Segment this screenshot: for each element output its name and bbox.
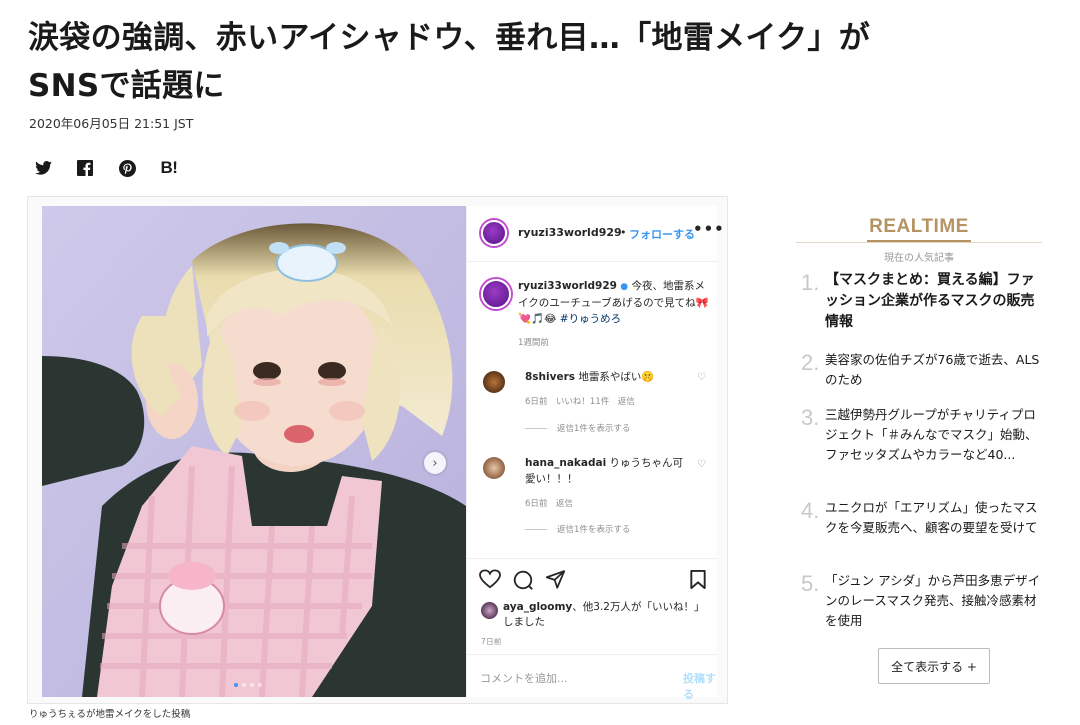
comment-meta: 6日前 返信 xyxy=(525,499,573,509)
instagram-side-panel: ryuzi33world929 • フォローする ••• ryuzi33worl… xyxy=(466,206,724,702)
photo-caption: りゅうちぇるが地雷メイクをした投稿 xyxy=(29,709,191,720)
post-comment-button[interactable]: 投稿する xyxy=(683,670,718,702)
facebook-icon[interactable] xyxy=(74,157,96,179)
post-caption: ryuzi33world929 ● 今夜、地雷系メイクのユーチューブあげるので見… xyxy=(518,278,713,327)
rank-number: 1. xyxy=(801,270,820,295)
show-all-button[interactable]: 全て表示する + xyxy=(878,648,990,684)
hatena-label: B! xyxy=(160,158,178,177)
comment-like-icon[interactable]: ♡ xyxy=(697,372,706,383)
hatena-bookmark-icon[interactable]: B! xyxy=(158,157,180,179)
share-plane-icon[interactable] xyxy=(545,569,566,589)
post-photo[interactable]: › xyxy=(42,206,466,697)
add-comment-bar: コメントを追加... 投稿する xyxy=(467,654,718,702)
liker-avatar[interactable] xyxy=(481,602,498,619)
article-date: 2020年06月05日 21:51 JST xyxy=(29,116,194,131)
post-actions: aya_gloomy、他3.2万人が「いいね！」しました 7日前 コメントを追加… xyxy=(467,558,718,702)
carousel-dot[interactable] xyxy=(250,683,254,687)
bookmark-icon[interactable] xyxy=(689,569,707,590)
ranking-item-1[interactable]: 1. 【マスクまとめ：買える編】ファッション企業が作るマスクの販売情報 xyxy=(801,270,1046,333)
author-username[interactable]: ryuzi33world929 xyxy=(518,226,622,239)
liker-username[interactable]: aya_gloomy xyxy=(503,601,572,613)
rank-title[interactable]: 三越伊勢丹グループがチャリティプロジェクト「＃みんなでマスク」始動、ファセッタズ… xyxy=(825,405,1046,465)
ranking-item-3[interactable]: 3. 三越伊勢丹グループがチャリティプロジェクト「＃みんなでマスク」始動、ファセ… xyxy=(801,405,1046,465)
rank-number: 4. xyxy=(801,498,820,523)
post-date: 7日前 xyxy=(481,637,502,646)
realtime-title: REALTIME xyxy=(867,216,971,242)
rank-title[interactable]: ユニクロが「エアリズム」使ったマスクを今夏販売へ、顧客の要望を受けて xyxy=(825,498,1046,538)
ranking-item-2[interactable]: 2. 美容家の佐伯チズが76歳で逝去、ALSのため xyxy=(801,350,1046,390)
rank-title[interactable]: 美容家の佐伯チズが76歳で逝去、ALSのため xyxy=(825,350,1046,390)
comment-1: 8shivers 地雷系やばい🤫 xyxy=(525,369,690,385)
article-title-line2: SNSで話題に xyxy=(28,68,225,104)
view-replies-link[interactable]: 返信1件を表示する xyxy=(525,523,630,535)
caption-hashtag[interactable]: #りゅうめろ xyxy=(560,313,621,325)
article-title-line1: 涙袋の強調、赤いアイシャドウ、垂れ目…「地雷メイク」が xyxy=(28,20,870,56)
carousel-dot[interactable] xyxy=(234,683,238,687)
rank-number: 5. xyxy=(801,571,820,596)
caption-time: 1週間前 xyxy=(518,338,549,348)
more-options-icon[interactable]: ••• xyxy=(693,220,725,238)
pinterest-icon[interactable] xyxy=(116,157,138,179)
rank-title[interactable]: 【マスクまとめ：買える編】ファッション企業が作るマスクの販売情報 xyxy=(825,270,1046,333)
caption-username[interactable]: ryuzi33world929 xyxy=(518,280,617,292)
like-heart-icon[interactable] xyxy=(479,569,501,589)
rank-number: 3. xyxy=(801,405,820,430)
comment-username[interactable]: 8shivers xyxy=(525,371,575,383)
author-avatar[interactable] xyxy=(481,220,507,246)
ranking-item-5[interactable]: 5. 「ジュン アシダ」から芦田多恵デザインのレースマスク発売、接触冷感素材を使… xyxy=(801,571,1046,631)
instagram-embed: › ryuzi33world929 • フォローする ••• ryuzi33wo… xyxy=(27,196,728,704)
ranking-item-4[interactable]: 4. ユニクロが「エアリズム」使ったマスクを今夏販売へ、顧客の要望を受けて xyxy=(801,498,1046,538)
twitter-icon[interactable] xyxy=(32,157,54,179)
comment-text: 地雷系やばい🤫 xyxy=(578,371,655,383)
carousel-dots xyxy=(234,683,262,687)
commenter-avatar[interactable] xyxy=(483,371,505,393)
verified-badge-icon: ● xyxy=(620,282,629,292)
comment-input[interactable]: コメントを追加... xyxy=(480,670,568,686)
post-header: ryuzi33world929 • フォローする ••• xyxy=(467,206,724,262)
rank-number: 2. xyxy=(801,350,820,375)
rank-title[interactable]: 「ジュン アシダ」から芦田多恵デザインのレースマスク発売、接触冷感素材を使用 xyxy=(825,571,1046,631)
realtime-subtitle: 現在の人気記事 xyxy=(884,253,954,264)
share-bar: B! xyxy=(32,157,180,179)
carousel-next-button[interactable]: › xyxy=(424,452,446,474)
commenter-avatar[interactable] xyxy=(483,457,505,479)
realtime-heading: REALTIME xyxy=(796,216,1042,242)
view-replies-link[interactable]: 返信1件を表示する xyxy=(525,422,630,434)
portrait-illustration xyxy=(42,206,466,697)
carousel-dot[interactable] xyxy=(258,683,262,687)
article-title: 涙袋の強調、赤いアイシャドウ、垂れ目…「地雷メイク」が SNSで話題に xyxy=(28,14,888,110)
comment-username[interactable]: hana_nakadai xyxy=(525,457,606,469)
divider xyxy=(796,242,1042,243)
caption-avatar[interactable] xyxy=(481,279,511,309)
follow-button[interactable]: フォローする xyxy=(629,226,695,242)
comment-2: hana_nakadai りゅうちゃん可愛い！！！ xyxy=(525,455,690,487)
carousel-dot[interactable] xyxy=(242,683,246,687)
comment-meta: 6日前 いいね！11件 返信 xyxy=(525,397,635,407)
separator-dot: • xyxy=(620,226,627,239)
comment-like-icon[interactable]: ♡ xyxy=(697,459,706,470)
comment-bubble-icon[interactable] xyxy=(512,569,534,591)
likes-summary: aya_gloomy、他3.2万人が「いいね！」しました xyxy=(503,600,708,630)
